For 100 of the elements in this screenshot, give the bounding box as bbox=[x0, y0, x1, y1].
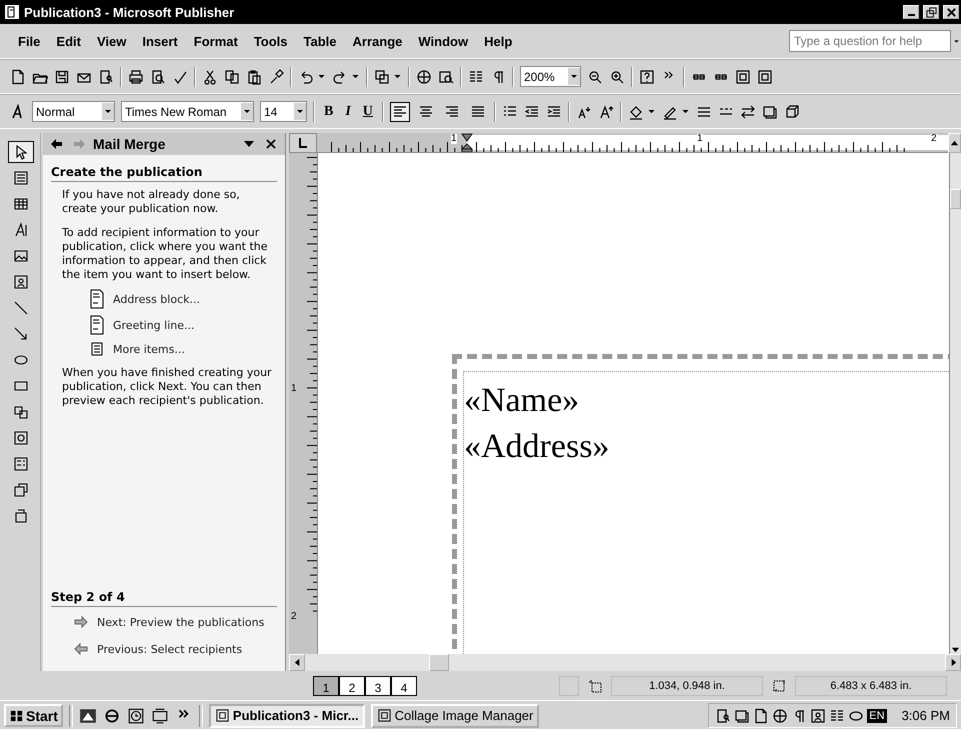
brush-icon[interactable] bbox=[268, 68, 284, 84]
font-size-dropdown[interactable]: 14 bbox=[260, 101, 307, 122]
scroll-up-icon[interactable] bbox=[950, 138, 959, 148]
horizontal-scrollbar[interactable] bbox=[289, 654, 961, 671]
restore-button[interactable] bbox=[923, 5, 939, 19]
menu-item[interactable]: File bbox=[12, 32, 46, 50]
minimize-button[interactable] bbox=[903, 5, 919, 19]
underline-button[interactable]: U bbox=[360, 104, 376, 120]
style-dropdown[interactable]: Normal bbox=[32, 101, 115, 122]
scroll-right-icon[interactable] bbox=[948, 658, 958, 667]
page-tab[interactable]: 3 bbox=[365, 676, 391, 696]
columns-icon[interactable] bbox=[468, 68, 484, 84]
layers-icon[interactable] bbox=[374, 68, 390, 84]
web-preview-icon[interactable] bbox=[438, 68, 454, 84]
page-tab[interactable]: 4 bbox=[391, 676, 417, 696]
list-icon bbox=[89, 341, 105, 357]
help-search-field[interactable]: Type a question for help bbox=[789, 30, 951, 52]
paste-icon[interactable] bbox=[246, 68, 262, 84]
menu-item[interactable]: Table bbox=[298, 32, 343, 50]
menu-item[interactable]: Window bbox=[412, 32, 474, 50]
scroll-thumb[interactable] bbox=[950, 189, 961, 209]
ruler-number: 2 bbox=[931, 134, 937, 144]
zoom-out-icon[interactable] bbox=[587, 68, 603, 84]
menu-item[interactable]: Edit bbox=[50, 32, 87, 50]
help-icon[interactable] bbox=[639, 68, 655, 84]
bold-button[interactable]: B bbox=[321, 104, 336, 120]
zoom-in-icon[interactable] bbox=[609, 68, 625, 84]
task-pane-title: Mail Merge bbox=[93, 136, 166, 152]
ruler-number: 2 bbox=[291, 611, 297, 622]
position-readout: 1.034, 0.948 in. bbox=[611, 676, 763, 696]
caret-icon bbox=[568, 68, 580, 85]
caret-icon[interactable] bbox=[393, 72, 402, 81]
taskbar-button[interactable]: Collage Image Manager bbox=[370, 704, 540, 728]
app-icon bbox=[214, 708, 230, 723]
new-page-icon[interactable] bbox=[10, 68, 26, 84]
design-gallery-icon bbox=[13, 482, 29, 498]
taskbar-button[interactable]: Publication3 - Micr... bbox=[208, 704, 365, 728]
indent-marker-icon[interactable] bbox=[461, 133, 473, 152]
print-preview-icon[interactable] bbox=[150, 68, 166, 84]
menu-item[interactable]: View bbox=[90, 32, 132, 50]
menu-item[interactable]: Insert bbox=[136, 32, 184, 50]
copy-icon[interactable] bbox=[224, 68, 240, 84]
align-left-button[interactable] bbox=[390, 102, 410, 122]
save-icon[interactable] bbox=[54, 68, 70, 84]
cube-icon[interactable] bbox=[784, 104, 800, 120]
caret-icon[interactable] bbox=[317, 72, 326, 81]
menu-item[interactable]: Tools bbox=[248, 32, 294, 50]
ruler-number: 1 bbox=[697, 134, 703, 144]
italic-button[interactable]: I bbox=[342, 104, 354, 120]
font-dropdown[interactable]: Times New Roman bbox=[121, 101, 254, 122]
status-panel bbox=[559, 676, 579, 696]
insert-field-link[interactable]: More items... bbox=[113, 342, 185, 356]
merge-field-text: «Address» bbox=[464, 427, 610, 467]
hotspot-icon bbox=[13, 430, 29, 446]
increase-indent-icon[interactable] bbox=[546, 104, 562, 120]
left-arrow-icon bbox=[73, 641, 89, 657]
restore-icon bbox=[926, 6, 936, 18]
line-icon bbox=[13, 300, 29, 316]
language-indicator[interactable]: EN bbox=[867, 708, 887, 722]
insert-field-link[interactable]: Greeting line... bbox=[113, 318, 195, 332]
tray-document-icon[interactable] bbox=[753, 708, 770, 724]
start-button[interactable]: Start bbox=[4, 704, 63, 727]
caret-icon bbox=[294, 103, 306, 120]
close-button[interactable] bbox=[943, 5, 959, 19]
clock[interactable]: 3:06 PM bbox=[902, 708, 950, 723]
frame-icon[interactable] bbox=[735, 68, 751, 84]
menu-item[interactable]: Help bbox=[478, 32, 518, 50]
insert-field-link[interactable]: Address block... bbox=[113, 292, 200, 306]
globe-icon[interactable] bbox=[416, 68, 432, 84]
grow-font-icon[interactable] bbox=[598, 104, 614, 120]
tray-search-icon[interactable] bbox=[715, 708, 732, 724]
search-icon[interactable] bbox=[98, 68, 114, 84]
fill-bucket-icon[interactable] bbox=[628, 104, 644, 120]
align-left-icon bbox=[392, 104, 408, 120]
scroll-thumb[interactable] bbox=[429, 654, 449, 671]
scroll-left-icon[interactable] bbox=[292, 658, 302, 667]
page-tab[interactable]: 1 bbox=[313, 676, 339, 696]
zoom-dropdown[interactable]: 200% bbox=[520, 66, 581, 87]
minimize-icon bbox=[908, 14, 914, 16]
cut-icon[interactable] bbox=[202, 68, 218, 84]
caret-icon[interactable] bbox=[680, 107, 690, 116]
shadow-icon[interactable] bbox=[762, 104, 778, 120]
decrease-indent-icon[interactable] bbox=[524, 104, 540, 120]
desktop-icon[interactable] bbox=[150, 706, 169, 724]
arrow-style-icon[interactable] bbox=[740, 104, 756, 120]
caret-icon[interactable] bbox=[646, 107, 656, 116]
previous-step-link[interactable]: Previous: Select recipients bbox=[97, 642, 242, 656]
menu-item[interactable]: Format bbox=[188, 32, 244, 50]
mountain-icon[interactable] bbox=[78, 706, 97, 724]
clock-icon[interactable] bbox=[126, 706, 145, 724]
print-icon[interactable] bbox=[128, 68, 144, 84]
menu-item[interactable]: Arrange bbox=[346, 32, 408, 50]
vertical-scrollbar[interactable] bbox=[949, 153, 961, 654]
pointer-tool[interactable] bbox=[8, 141, 34, 163]
page-tab[interactable]: 2 bbox=[339, 676, 365, 696]
app-icon bbox=[4, 4, 20, 20]
position-icon bbox=[587, 678, 603, 694]
next-step-link[interactable]: Next: Preview the publications bbox=[97, 616, 264, 628]
frame-icon[interactable] bbox=[757, 68, 773, 84]
caret-icon[interactable] bbox=[351, 72, 360, 81]
